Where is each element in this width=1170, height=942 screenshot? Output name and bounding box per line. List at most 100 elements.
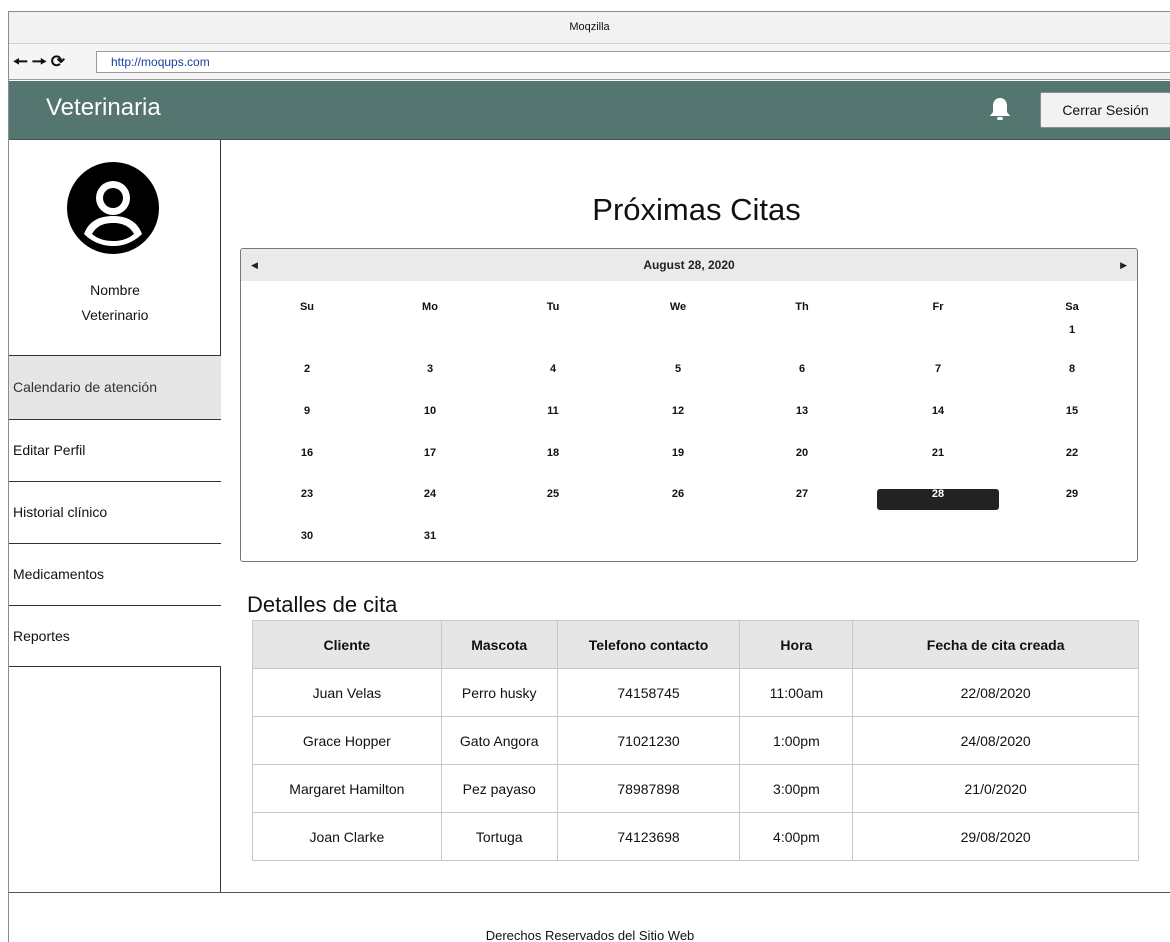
- calendar-day[interactable]: 15: [1057, 405, 1087, 417]
- cell-hora: 4:00pm: [739, 812, 854, 861]
- prev-month-icon[interactable]: ◀: [251, 249, 258, 281]
- cell-mascota: Tortuga: [440, 812, 558, 861]
- calendar-header: ◀ August 28, 2020 ▶: [241, 249, 1137, 281]
- sidebar-item-historial[interactable]: Historial clínico: [9, 481, 221, 543]
- column-header-mascota: Mascota: [440, 620, 558, 669]
- calendar: ◀ August 28, 2020 ▶ Su Mo Tu We Th Fr Sa 1 2 3 4 5 6…: [240, 248, 1138, 562]
- details-title: Detalles de cita: [247, 592, 398, 617]
- table-header-row: Cliente Mascota Telefono contacto Hora F…: [252, 620, 1139, 669]
- browser-window: Moqzilla 🠔 🠖 ⟳ http://moqups.com Veterin…: [8, 11, 1170, 942]
- calendar-day[interactable]: 27: [787, 488, 817, 500]
- calendar-day[interactable]: 3: [415, 363, 445, 375]
- calendar-day[interactable]: 20: [787, 447, 817, 459]
- calendar-month-label: August 28, 2020: [643, 258, 735, 272]
- calendar-day[interactable]: 30: [292, 530, 322, 542]
- cell-fecha: 22/08/2020: [852, 668, 1139, 717]
- cell-fecha: 24/08/2020: [852, 716, 1139, 765]
- sidebar-item-medicamentos[interactable]: Medicamentos: [9, 543, 221, 605]
- column-header-fecha: Fecha de cita creada: [852, 620, 1139, 669]
- calendar-day[interactable]: 6: [787, 363, 817, 375]
- brand-title: Veterinaria: [46, 94, 161, 121]
- column-header-telefono: Telefono contacto: [556, 620, 741, 669]
- cell-telefono: 78987898: [556, 764, 741, 813]
- cell-mascota: Perro husky: [440, 668, 558, 717]
- app-header: Veterinaria Cerrar Sesión: [9, 81, 1170, 140]
- table-row[interactable]: Grace Hopper Gato Angora 71021230 1:00pm…: [252, 716, 1139, 765]
- calendar-day[interactable]: 16: [292, 447, 322, 459]
- column-header-hora: Hora: [739, 620, 854, 669]
- cell-fecha: 29/08/2020: [852, 812, 1139, 861]
- calendar-day[interactable]: 29: [1057, 488, 1087, 500]
- calendar-day[interactable]: 4: [538, 363, 568, 375]
- cell-telefono: 74123698: [556, 812, 741, 861]
- sidebar: Nombre Veterinario Calendario de atenció…: [9, 140, 221, 892]
- logout-button[interactable]: Cerrar Sesión: [1040, 92, 1170, 128]
- calendar-day[interactable]: 31: [415, 530, 445, 542]
- user-avatar-icon: [67, 162, 159, 254]
- weekday-label: We: [669, 301, 687, 313]
- weekday-label: Su: [299, 301, 315, 313]
- calendar-day[interactable]: 14: [923, 405, 953, 417]
- calendar-day[interactable]: 24: [415, 488, 445, 500]
- calendar-day[interactable]: 12: [663, 405, 693, 417]
- vet-name-line1: Nombre: [90, 282, 140, 298]
- cell-fecha: 21/0/2020: [852, 764, 1139, 813]
- nav-buttons: 🠔 🠖 ⟳: [13, 53, 65, 71]
- page-title: Próximas Citas: [592, 192, 801, 227]
- weekday-label: Sa: [1065, 301, 1079, 313]
- calendar-day[interactable]: 8: [1057, 363, 1087, 375]
- calendar-day[interactable]: 25: [538, 488, 568, 500]
- column-header-cliente: Cliente: [252, 620, 442, 669]
- footer: Derechos Reservados del Sitio Web: [9, 892, 1170, 942]
- cell-mascota: Pez payaso: [440, 764, 558, 813]
- calendar-day[interactable]: 19: [663, 447, 693, 459]
- cell-cliente: Juan Velas: [252, 668, 442, 717]
- reload-icon[interactable]: ⟳: [51, 53, 65, 71]
- calendar-day[interactable]: 26: [663, 488, 693, 500]
- table-row[interactable]: Joan Clarke Tortuga 74123698 4:00pm 29/0…: [252, 812, 1139, 861]
- calendar-day[interactable]: 1: [1057, 324, 1087, 336]
- bell-icon[interactable]: [989, 97, 1011, 123]
- footer-text: Derechos Reservados del Sitio Web: [485, 928, 695, 942]
- calendar-day[interactable]: 17: [415, 447, 445, 459]
- calendar-day[interactable]: 21: [923, 447, 953, 459]
- table-row[interactable]: Juan Velas Perro husky 74158745 11:00am …: [252, 668, 1139, 717]
- calendar-day[interactable]: 5: [663, 363, 693, 375]
- appointments-table: Cliente Mascota Telefono contacto Hora F…: [252, 620, 1139, 861]
- sidebar-item-calendario[interactable]: Calendario de atención: [9, 355, 221, 419]
- calendar-day[interactable]: 13: [787, 405, 817, 417]
- vet-name: Nombre Veterinario: [9, 278, 221, 328]
- table-row[interactable]: Margaret Hamilton Pez payaso 78987898 3:…: [252, 764, 1139, 813]
- calendar-day[interactable]: 28: [923, 488, 953, 500]
- cell-hora: 3:00pm: [739, 764, 854, 813]
- url-input[interactable]: http://moqups.com: [96, 51, 1170, 73]
- cell-telefono: 74158745: [556, 668, 741, 717]
- weekday-label: Tu: [546, 301, 560, 313]
- calendar-day[interactable]: 11: [538, 405, 568, 417]
- sidebar-menu: Calendario de atención Editar Perfil His…: [9, 355, 221, 667]
- calendar-day[interactable]: 22: [1057, 447, 1087, 459]
- cell-telefono: 71021230: [556, 716, 741, 765]
- sidebar-item-reportes[interactable]: Reportes: [9, 605, 221, 667]
- calendar-day[interactable]: 10: [415, 405, 445, 417]
- cell-hora: 1:00pm: [739, 716, 854, 765]
- calendar-day[interactable]: 7: [923, 363, 953, 375]
- cell-hora: 11:00am: [739, 668, 854, 717]
- window-title: Moqzilla: [9, 12, 1170, 44]
- cell-mascota: Gato Angora: [440, 716, 558, 765]
- weekday-label: Mo: [422, 301, 438, 313]
- cell-cliente: Joan Clarke: [252, 812, 442, 861]
- sidebar-item-editar-perfil[interactable]: Editar Perfil: [9, 419, 221, 481]
- weekday-label: Fr: [932, 301, 944, 313]
- calendar-day[interactable]: 23: [292, 488, 322, 500]
- vet-name-line2: Veterinario: [81, 307, 149, 323]
- calendar-day[interactable]: 2: [292, 363, 322, 375]
- forward-arrow-icon[interactable]: 🠖: [32, 53, 47, 71]
- next-month-icon[interactable]: ▶: [1120, 249, 1127, 281]
- cell-cliente: Margaret Hamilton: [252, 764, 442, 813]
- weekday-label: Th: [795, 301, 809, 313]
- calendar-day[interactable]: 9: [292, 405, 322, 417]
- back-arrow-icon[interactable]: 🠔: [13, 53, 28, 71]
- calendar-day[interactable]: 18: [538, 447, 568, 459]
- address-bar: 🠔 🠖 ⟳ http://moqups.com: [9, 44, 1170, 80]
